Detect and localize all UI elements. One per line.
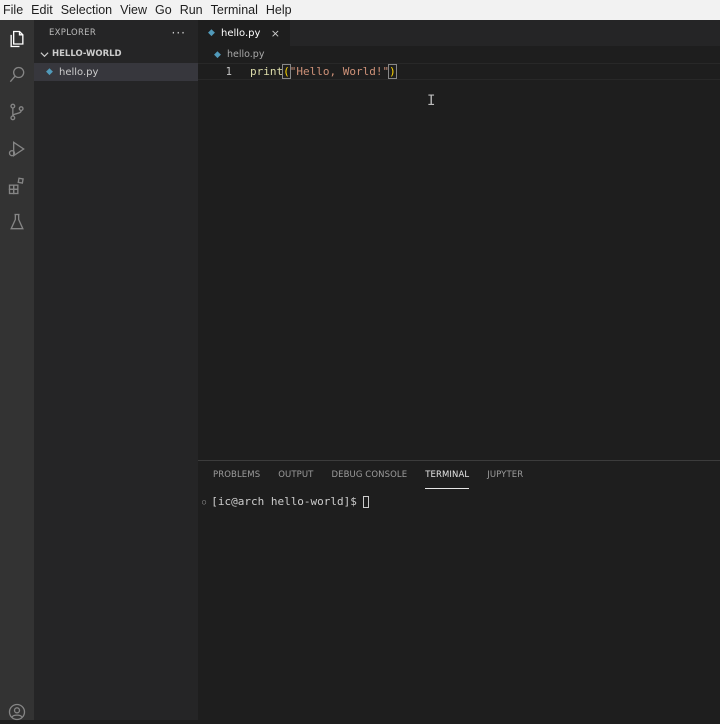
- tab-problems[interactable]: PROBLEMS: [213, 461, 260, 489]
- menu-bar: File Edit Selection View Go Run Terminal…: [0, 0, 720, 20]
- tab-label: hello.py: [221, 27, 261, 39]
- menu-selection[interactable]: Selection: [57, 0, 116, 20]
- account-icon[interactable]: [5, 700, 29, 724]
- line-number: 1: [225, 65, 232, 78]
- code-close-paren: ): [388, 64, 397, 79]
- code-line[interactable]: 1 print("Hello, World!"): [198, 63, 720, 80]
- editor-tab-bar: ◆ hello.py ×: [198, 20, 720, 46]
- code-string: "Hello, World!": [289, 65, 390, 78]
- breadcrumb-file[interactable]: hello.py: [227, 49, 264, 60]
- file-item-hello-py[interactable]: ◆ hello.py: [34, 63, 198, 81]
- breadcrumb: ◆ hello.py: [198, 46, 720, 63]
- bottom-panel: PROBLEMS OUTPUT DEBUG CONSOLE TERMINAL J…: [198, 460, 720, 720]
- close-icon[interactable]: ×: [271, 27, 280, 40]
- run-debug-icon[interactable]: [5, 137, 29, 161]
- terminal-cursor: [362, 495, 369, 508]
- menu-edit[interactable]: Edit: [27, 0, 57, 20]
- tab-hello-py[interactable]: ◆ hello.py ×: [198, 20, 290, 46]
- python-file-icon: ◆: [46, 67, 53, 77]
- tab-output[interactable]: OUTPUT: [278, 461, 313, 489]
- code-function: print: [250, 65, 284, 78]
- testing-icon[interactable]: [5, 210, 29, 234]
- explorer-sidebar: EXPLORER ··· HELLO-WORLD ◆ hello.py: [34, 20, 198, 720]
- more-actions-icon[interactable]: ···: [172, 26, 186, 40]
- explorer-title: EXPLORER: [49, 28, 97, 38]
- search-icon[interactable]: [5, 63, 29, 87]
- code-open-paren: (: [282, 64, 291, 79]
- terminal-prompt: [ic@arch hello-world]$: [211, 495, 357, 508]
- explorer-icon[interactable]: [5, 27, 29, 51]
- panel-tab-bar: PROBLEMS OUTPUT DEBUG CONSOLE TERMINAL J…: [198, 461, 720, 489]
- activity-bar: [0, 20, 34, 721]
- menu-view[interactable]: View: [116, 0, 151, 20]
- menu-run[interactable]: Run: [176, 0, 207, 20]
- menu-file[interactable]: File: [0, 0, 27, 20]
- terminal-status-icon: ○: [202, 497, 207, 506]
- tab-terminal[interactable]: TERMINAL: [425, 461, 470, 489]
- python-file-icon: ◆: [214, 49, 221, 60]
- chevron-down-icon: [38, 50, 50, 59]
- menu-help[interactable]: Help: [262, 0, 296, 20]
- folder-hello-world[interactable]: HELLO-WORLD: [34, 45, 198, 63]
- explorer-header: EXPLORER ···: [34, 20, 198, 46]
- extensions-icon[interactable]: [5, 174, 29, 198]
- editor-area: ◆ hello.py × ◆ hello.py 1 print("Hello, …: [198, 20, 720, 460]
- tab-jupyter[interactable]: JUPYTER: [487, 461, 523, 489]
- python-file-icon: ◆: [208, 28, 215, 38]
- tab-debug-console[interactable]: DEBUG CONSOLE: [331, 461, 407, 489]
- menu-go[interactable]: Go: [151, 0, 176, 20]
- file-label: hello.py: [59, 66, 99, 78]
- folder-label: HELLO-WORLD: [52, 49, 122, 59]
- source-control-icon[interactable]: [5, 100, 29, 124]
- terminal-line[interactable]: ○ [ic@arch hello-world]$: [202, 495, 369, 508]
- mouse-cursor-icon: I: [427, 93, 436, 109]
- menu-terminal[interactable]: Terminal: [207, 0, 262, 20]
